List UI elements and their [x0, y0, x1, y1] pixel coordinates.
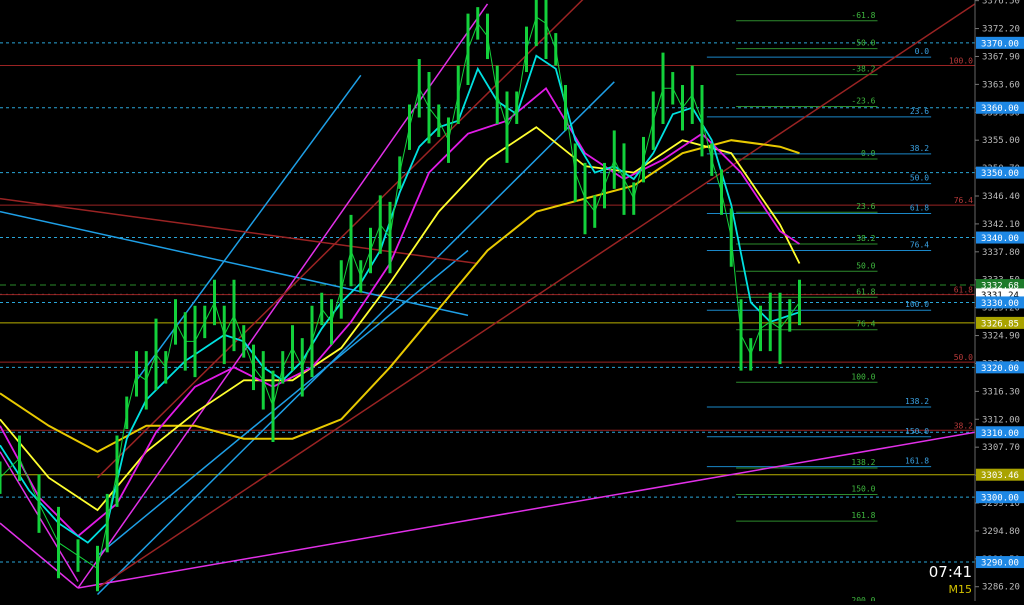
level-tag-3: 3340.00 — [981, 234, 1019, 244]
price-tick-label-2: 3367.90 — [982, 52, 1020, 62]
price-tick-label-21: 3286.20 — [982, 583, 1020, 593]
price-tick-label-19: 3294.80 — [982, 527, 1020, 537]
fib-green-label-6: 38.2 — [856, 234, 875, 243]
level-tag-10: 3303.46 — [981, 471, 1019, 481]
price-tick-label-1: 3372.20 — [982, 25, 1020, 35]
level-tag-11: 3300.00 — [981, 494, 1019, 504]
price-tick-label-16: 3307.70 — [982, 443, 1020, 453]
price-tick-label-9: 3337.80 — [982, 248, 1020, 258]
level-tag-2: 3350.00 — [981, 169, 1019, 179]
fib-blue-label-0: 0.0 — [915, 47, 930, 56]
fib-blue-label-2: 38.2 — [910, 144, 929, 153]
trading-chart[interactable]: 100.0 76.4 61.8 50.0 38.2 -61.8 -50.0 -38.2 -23.… — [0, 0, 1024, 605]
fib-blue-label-9: 161.8 — [905, 457, 929, 466]
fib-green-label-10: 100.0 — [851, 372, 875, 381]
fib-blue-label-8: 150.0 — [905, 427, 929, 436]
price-tick-label-15: 3312.00 — [982, 415, 1020, 425]
fib-red-label-1: 76.4 — [954, 196, 973, 205]
fib-green-label-9: 76.4 — [856, 320, 875, 329]
fib-green-label-12: 150.0 — [851, 485, 875, 494]
fib-blue-label-6: 100.0 — [905, 300, 929, 309]
level-tag-7: 3326.85 — [981, 319, 1019, 329]
fib-green-label-8: 61.8 — [856, 287, 875, 296]
fib-red-label-3: 50.0 — [954, 353, 973, 362]
price-tick-label-0: 3376.50 — [982, 0, 1020, 7]
level-tag-6: 3330.00 — [981, 299, 1019, 309]
fib-blue-label-4: 61.8 — [910, 204, 929, 213]
fib-red-label-0: 100.0 — [949, 57, 973, 66]
clock-readout: 07:41 — [928, 563, 972, 581]
timeframe-label[interactable]: M15 — [949, 583, 973, 596]
fib-blue-label-3: 50.0 — [910, 174, 929, 183]
price-line — [0, 16, 800, 570]
price-tick-label-12: 3324.90 — [982, 332, 1020, 342]
trendline-channel_blue-2 — [135, 74, 362, 381]
fib-green-label-5: 23.6 — [856, 202, 875, 211]
fib-green-label-0: -61.8 — [851, 11, 875, 20]
price-tick-label-7: 3346.40 — [982, 192, 1020, 202]
level-tag-1: 3360.00 — [981, 104, 1019, 114]
level-tag-12: 3290.00 — [981, 559, 1019, 569]
price-tick-label-5: 3355.00 — [982, 136, 1020, 146]
trendline-trend_red-9 — [97, 3, 976, 589]
fib-blue-label-1: 23.6 — [910, 107, 929, 116]
fib-blue-label-7: 138.2 — [905, 397, 929, 406]
fib-blue-label-5: 76.4 — [910, 241, 929, 250]
fib-green-label-3: -23.6 — [851, 96, 875, 105]
fib-red-label-2: 61.8 — [954, 286, 973, 295]
fib-green-label-14: 200.0 — [851, 596, 875, 601]
trendline-trend_red-8 — [96, 0, 584, 479]
chart-canvas[interactable]: 100.076.461.850.038.2-61.8-50.0-38.2-23.… — [0, 0, 1024, 605]
fib-green-label-11: 138.2 — [851, 458, 875, 467]
price-tick-label-3: 3363.60 — [982, 80, 1020, 90]
level-tag-0: 3370.00 — [981, 39, 1019, 49]
fib-green-label-1: -50.0 — [851, 39, 875, 48]
trendline-trend_red-10 — [0, 197, 478, 265]
level-tag-8: 3320.00 — [981, 364, 1019, 374]
price-tick-label-8: 3342.10 — [982, 220, 1020, 230]
level-tag-9: 3310.00 — [981, 429, 1019, 439]
price-tick-label-14: 3316.30 — [982, 387, 1020, 397]
fib-green-label-13: 161.8 — [851, 511, 875, 520]
trendline-channel_magenta-7 — [77, 431, 976, 589]
fib-green-label-7: 50.0 — [856, 261, 875, 270]
fib-red-label-4: 38.2 — [954, 421, 973, 430]
